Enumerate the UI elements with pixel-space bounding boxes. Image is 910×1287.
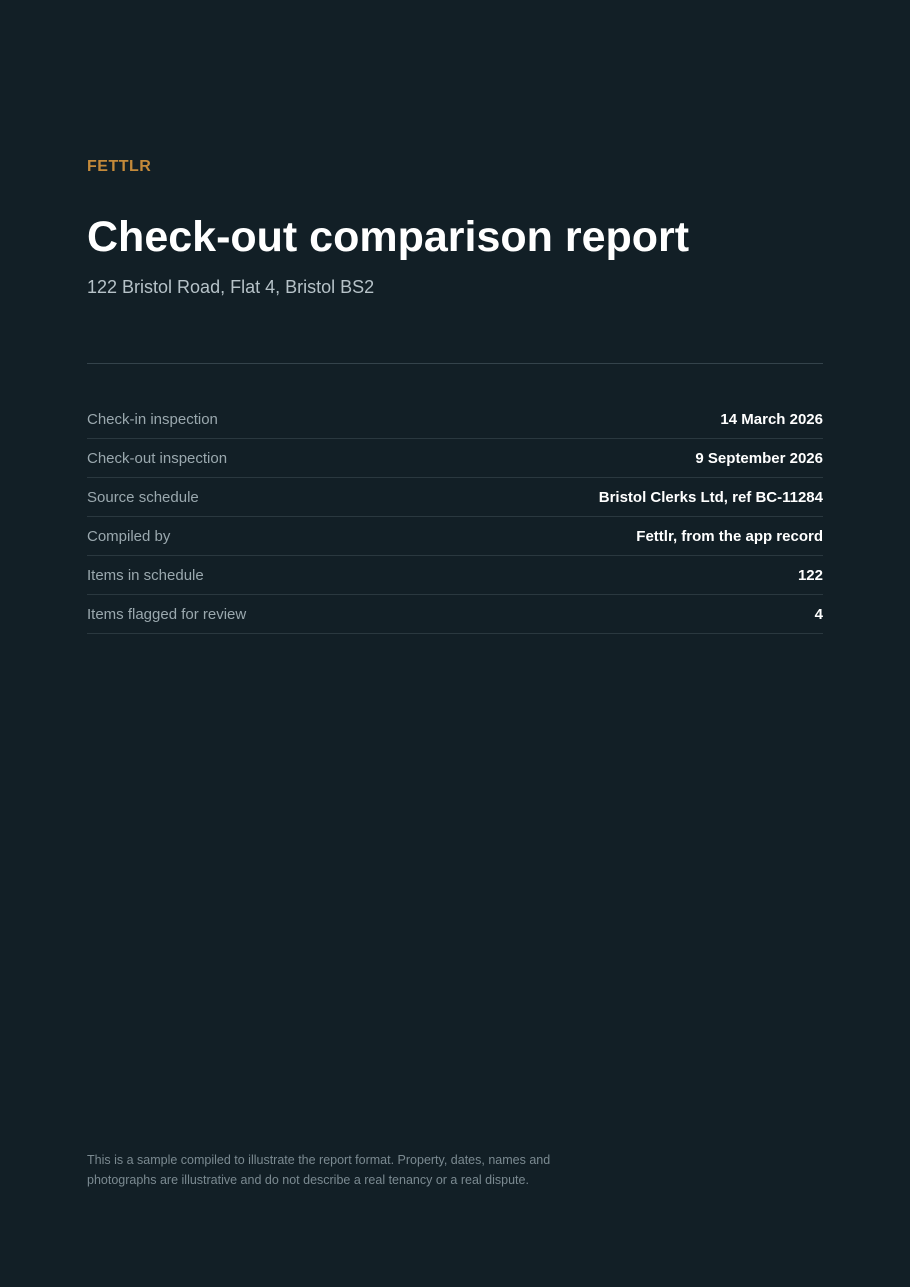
details-value: 122 xyxy=(797,566,823,584)
details-label: Source schedule xyxy=(87,488,199,506)
details-value: 9 September 2026 xyxy=(695,449,823,467)
details-label: Check-out inspection xyxy=(87,449,228,467)
details-list: Check-in inspection 14 March 2026 Check-… xyxy=(87,400,823,634)
details-label: Check-in inspection xyxy=(87,410,218,428)
disclaimer-footnote: This is a sample compiled to illustrate … xyxy=(87,1153,551,1187)
details-value: 14 March 2026 xyxy=(720,410,823,428)
property-address: 122 Bristol Road, Flat 4, Bristol BS2 xyxy=(87,277,375,297)
report-cover: FETTLR Check-out comparison report 122 B… xyxy=(87,0,823,1287)
details-row-items-flagged: Items flagged for review 4 xyxy=(87,595,823,634)
details-value: Bristol Clerks Ltd, ref BC-11284 xyxy=(598,488,823,506)
details-value: Fettlr, from the app record xyxy=(636,527,823,545)
details-row-compiled-by: Compiled by Fettlr, from the app record xyxy=(87,517,823,556)
details-label: Items in schedule xyxy=(87,566,204,584)
details-value: 4 xyxy=(814,605,823,623)
page-title: Check-out comparison report xyxy=(87,213,690,261)
brand-logo-text: FETTLR xyxy=(87,158,152,175)
section-divider xyxy=(87,363,823,364)
details-row-source-schedule: Source schedule Bristol Clerks Ltd, ref … xyxy=(87,478,823,517)
details-row-items-in-schedule: Items in schedule 122 xyxy=(87,556,823,595)
details-label: Items flagged for review xyxy=(87,605,247,623)
details-row-check-out: Check-out inspection 9 September 2026 xyxy=(87,439,823,478)
details-label: Compiled by xyxy=(87,527,171,545)
details-row-check-in: Check-in inspection 14 March 2026 xyxy=(87,400,823,439)
